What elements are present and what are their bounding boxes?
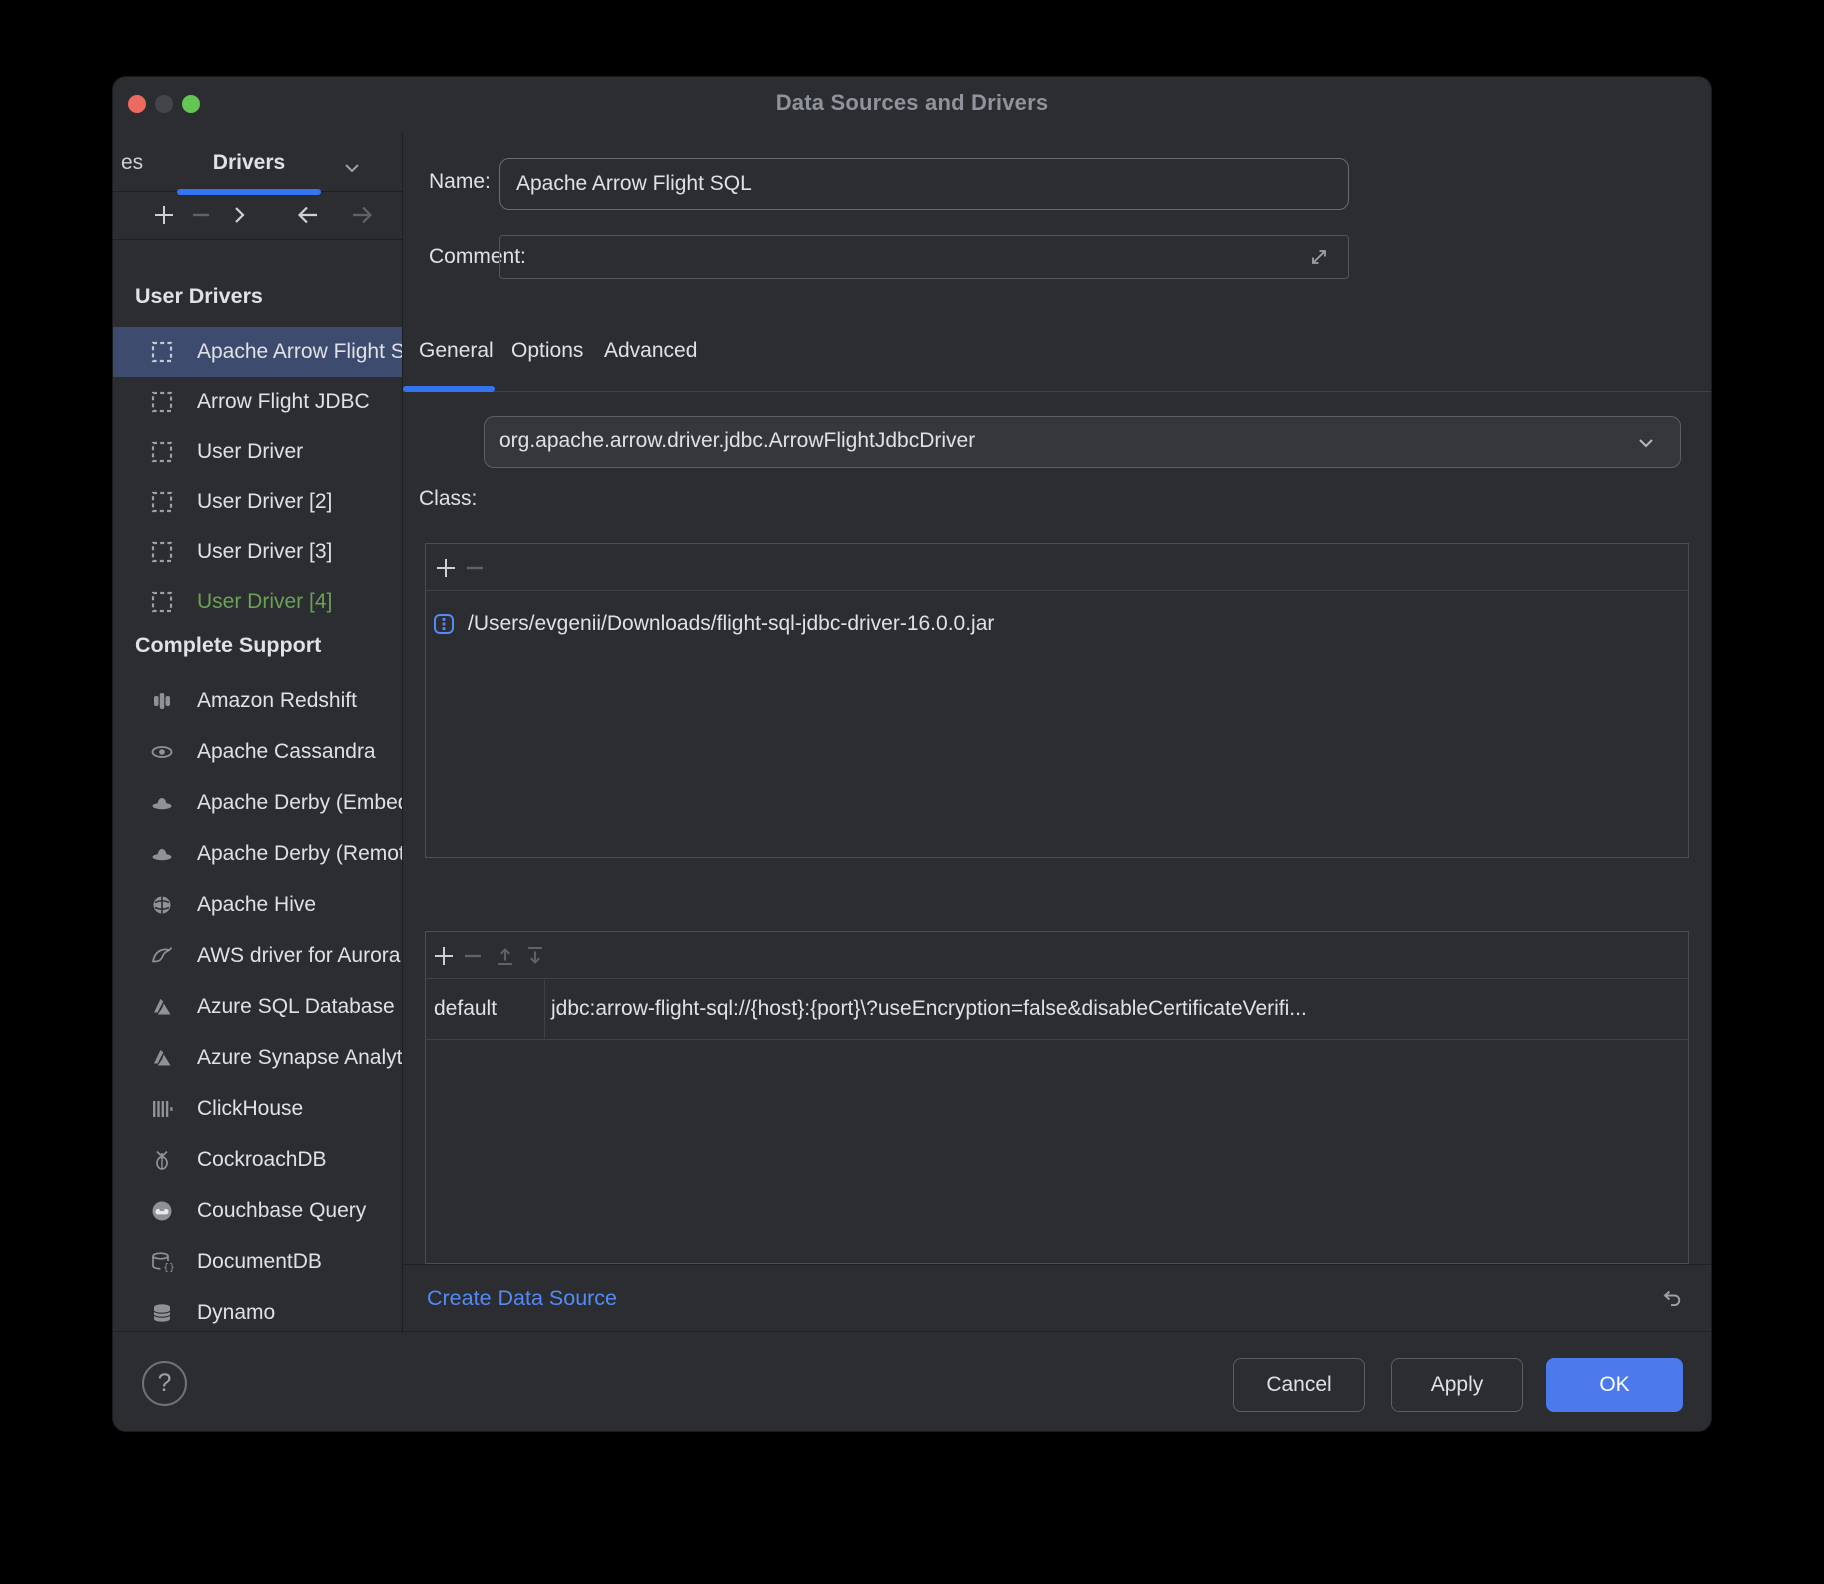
amazon-redshift-icon	[150, 689, 174, 713]
back-arrow-icon[interactable]	[295, 202, 321, 228]
add-icon[interactable]	[433, 555, 459, 581]
comment-input[interactable]	[499, 235, 1349, 279]
documentdb-icon: {}	[150, 1250, 174, 1274]
user-driver-icon	[150, 590, 174, 614]
create-data-source-row: Create Data Source	[403, 1264, 1711, 1333]
tab-data-sources-clipped[interactable]: es	[121, 151, 143, 175]
tab-drivers[interactable]: Drivers	[177, 133, 321, 192]
user-driver-icon	[150, 540, 174, 564]
add-icon[interactable]	[431, 943, 457, 969]
driver-file-path: /Users/evgenii/Downloads/flight-sql-jdbc…	[468, 612, 994, 636]
remove-icon[interactable]	[462, 555, 488, 581]
ok-button[interactable]: OK	[1546, 1358, 1683, 1412]
user-driver-icon	[150, 340, 174, 364]
sidebar: es Drivers	[113, 133, 403, 1333]
list-item-apache-cassandra[interactable]: Apache Cassandra	[113, 726, 402, 777]
window-title: Data Sources and Drivers	[113, 90, 1711, 116]
apache-derby-icon	[150, 842, 174, 866]
create-data-source-link[interactable]: Create Data Source	[427, 1286, 617, 1311]
help-icon[interactable]: ?	[142, 1361, 187, 1406]
list-item-clickhouse[interactable]: ClickHouse	[113, 1083, 402, 1134]
move-up-icon[interactable]	[492, 943, 518, 969]
svg-text:{}: {}	[163, 1262, 174, 1273]
dialog-footer: ? Cancel Apply OK	[113, 1331, 1711, 1431]
list-item-user-driver-3[interactable]: User Driver [3]	[113, 527, 402, 577]
driver-files-toolbar	[426, 544, 1688, 591]
list-item-arrow-flight-jdbc[interactable]: Arrow Flight JDBC	[113, 377, 402, 427]
active-tab-underline	[403, 386, 495, 392]
apache-hive-icon	[150, 893, 174, 917]
user-driver-icon	[150, 440, 174, 464]
url-templates-toolbar	[426, 932, 1688, 979]
aws-dolphin-icon	[150, 944, 174, 968]
azure-icon	[150, 995, 174, 1019]
titlebar: Data Sources and Drivers	[113, 77, 1711, 133]
list-item-documentdb[interactable]: {} DocumentDB	[113, 1236, 402, 1287]
list-item-apache-derby-embedded[interactable]: Apache Derby (Embedded)	[113, 777, 402, 828]
driver-list: User Drivers Apache Arrow Flight SQL Arr…	[113, 240, 402, 1333]
clickhouse-icon	[150, 1097, 174, 1121]
class-value: org.apache.arrow.driver.jdbc.ArrowFlight…	[499, 429, 975, 453]
driver-files-box: /Users/evgenii/Downloads/flight-sql-jdbc…	[425, 543, 1689, 858]
list-item-aws-driver[interactable]: AWS driver for Aurora MySQL	[113, 930, 402, 981]
user-drivers-header: User Drivers	[113, 274, 402, 318]
list-item-couchbase-query[interactable]: Couchbase Query	[113, 1185, 402, 1236]
desktop: Data Sources and Drivers es Drivers	[0, 0, 1824, 1584]
list-item-apache-arrow-flight-sql[interactable]: Apache Arrow Flight SQL	[113, 327, 402, 377]
jar-file-icon	[432, 612, 456, 636]
sidebar-tabs: es Drivers	[113, 133, 402, 192]
apache-derby-icon	[150, 791, 174, 815]
name-label: Name:	[404, 169, 491, 195]
tabs-divider	[403, 391, 1711, 392]
list-item-cockroachdb[interactable]: CockroachDB	[113, 1134, 402, 1185]
list-item-user-driver-2[interactable]: User Driver [2]	[113, 477, 402, 527]
azure-icon	[150, 1046, 174, 1070]
tab-general[interactable]: General	[419, 339, 494, 363]
couchbase-icon	[150, 1199, 174, 1223]
list-item-azure-sql-database[interactable]: Azure SQL Database	[113, 981, 402, 1032]
add-icon[interactable]	[151, 202, 177, 228]
move-down-icon[interactable]	[522, 943, 548, 969]
driver-editor-panel: Name: Comment: General Options Advanced …	[404, 133, 1711, 1333]
tab-options[interactable]: Options	[511, 339, 583, 363]
chevron-down-icon	[1634, 431, 1658, 455]
list-item-amazon-redshift[interactable]: Amazon Redshift	[113, 675, 402, 726]
cancel-button[interactable]: Cancel	[1233, 1358, 1365, 1412]
url-templates-box: default jdbc:arrow-flight-sql://{host}:{…	[425, 931, 1689, 1264]
forward-arrow-icon[interactable]	[349, 202, 375, 228]
list-item-user-driver[interactable]: User Driver	[113, 427, 402, 477]
driver-file-row[interactable]: /Users/evgenii/Downloads/flight-sql-jdbc…	[432, 601, 1684, 647]
tab-advanced[interactable]: Advanced	[604, 339, 697, 363]
undo-icon[interactable]	[1657, 1285, 1685, 1313]
list-item-user-driver-4[interactable]: User Driver [4]	[113, 577, 402, 627]
class-label: Class:	[404, 486, 477, 512]
data-sources-dialog: Data Sources and Drivers es Drivers	[112, 76, 1712, 1432]
apply-button[interactable]: Apply	[1391, 1358, 1523, 1412]
list-item-dynamo[interactable]: Dynamo	[113, 1287, 402, 1333]
user-driver-icon	[150, 490, 174, 514]
dynamo-icon	[150, 1301, 174, 1325]
list-item-apache-hive[interactable]: Apache Hive	[113, 879, 402, 930]
user-driver-icon	[150, 390, 174, 414]
list-item-azure-synapse[interactable]: Azure Synapse Analytics	[113, 1032, 402, 1083]
remove-icon[interactable]	[188, 202, 214, 228]
url-template-name-cell[interactable]: default	[426, 980, 545, 1039]
cockroachdb-icon	[150, 1148, 174, 1172]
sidebar-toolbar	[113, 192, 402, 240]
chevron-down-icon[interactable]	[341, 157, 363, 179]
duplicate-chevron-icon[interactable]	[226, 202, 252, 228]
url-template-row[interactable]: default jdbc:arrow-flight-sql://{host}:{…	[426, 980, 1688, 1040]
list-item-apache-derby-remote[interactable]: Apache Derby (Remote)	[113, 828, 402, 879]
name-input[interactable]	[499, 158, 1349, 210]
apache-cassandra-icon	[150, 740, 174, 764]
complete-support-header: Complete Support	[113, 627, 402, 663]
url-template-value-cell[interactable]: jdbc:arrow-flight-sql://{host}:{port}\?u…	[545, 980, 1688, 1039]
expand-comment-icon[interactable]	[1305, 243, 1333, 271]
remove-icon[interactable]	[460, 943, 486, 969]
class-dropdown[interactable]: org.apache.arrow.driver.jdbc.ArrowFlight…	[484, 416, 1681, 468]
